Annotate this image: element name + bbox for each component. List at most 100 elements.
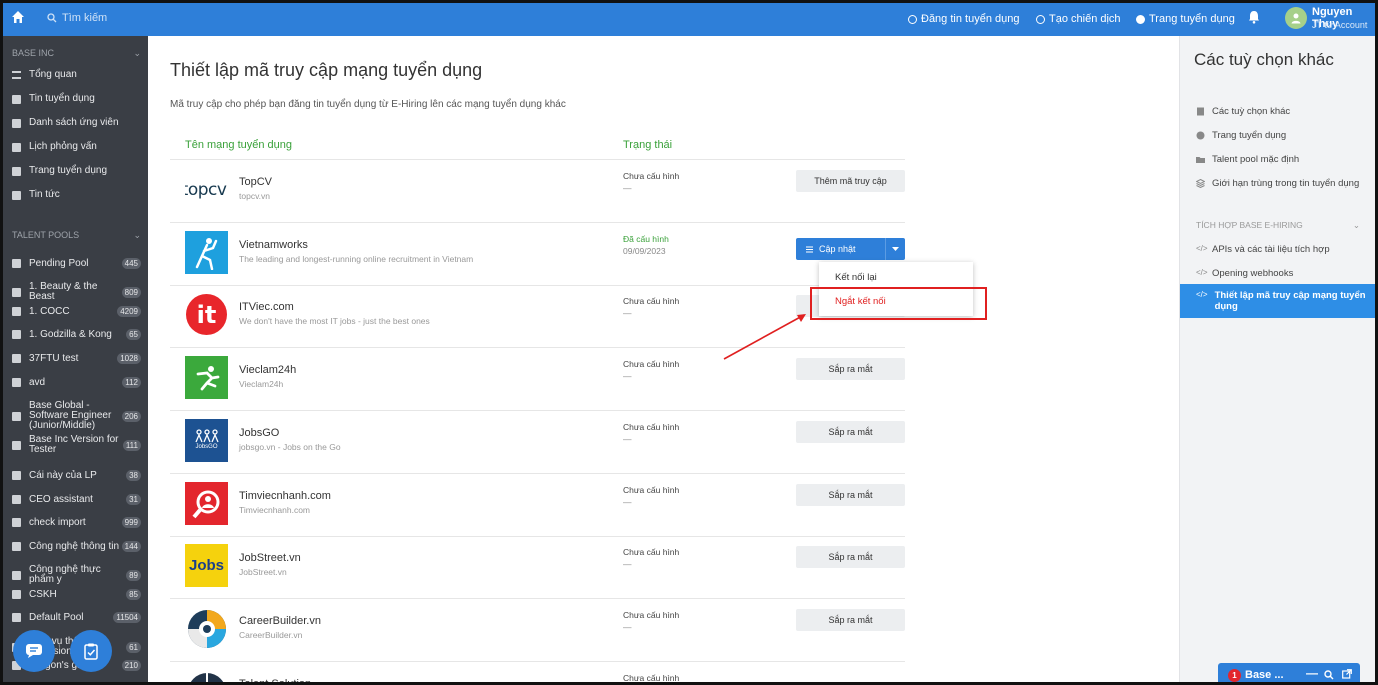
bell-icon[interactable]	[1248, 10, 1260, 24]
row-action-button[interactable]: Sắp ra mắt	[796, 484, 905, 506]
sidebar-item-label: Tin tức	[29, 189, 60, 200]
talent-pool-item[interactable]: 1. Godzilla & Kong 65	[12, 329, 141, 340]
jobsgo-logo: JobsGO	[185, 419, 228, 462]
external-link-icon[interactable]	[1342, 669, 1352, 679]
task-fab[interactable]	[70, 630, 112, 672]
pool-icon	[12, 471, 21, 480]
search-icon[interactable]	[1324, 670, 1334, 680]
post-job-link[interactable]: Đăng tin tuyển dụng	[908, 13, 1019, 25]
home-icon[interactable]	[11, 10, 25, 24]
talent-pool-item[interactable]: avd 112	[12, 377, 141, 388]
pool-icon	[12, 411, 21, 421]
talent-pool-item[interactable]: check import 999	[12, 517, 141, 528]
sidebar-section-base-inc[interactable]: BASE INC ⌄	[12, 48, 141, 59]
create-campaign-link[interactable]: Tạo chiến dịch	[1036, 13, 1121, 25]
pool-icon	[12, 440, 21, 450]
talent-pool-label: Cái này của LP	[29, 469, 97, 481]
magnifier-person-icon	[191, 490, 219, 518]
talent-pool-item[interactable]: Base Global - Software Engineer (Junior/…	[12, 401, 141, 431]
talent-pool-label: 37FTU test	[29, 352, 79, 364]
sidebar-item-interviews[interactable]: Lịch phỏng vấn	[12, 142, 141, 152]
globe-icon	[1196, 131, 1205, 140]
talent-pool-item[interactable]: Cái này của LP 38	[12, 470, 141, 481]
search-box[interactable]: Tìm kiếm	[47, 12, 107, 24]
talent-pool-item[interactable]: Base Inc Version for Tester 111	[12, 435, 141, 455]
option-career-page[interactable]: Trang tuyển dụng	[1196, 130, 1372, 141]
sidebar-item-candidates[interactable]: Danh sách ứng viên	[12, 118, 141, 128]
pool-icon	[12, 495, 21, 504]
annotation-arrow	[723, 314, 806, 360]
option-apis[interactable]: </> APIs và các tài liệu tích hợp	[1196, 244, 1372, 255]
jobsgo-logo-text: JobsGO	[195, 444, 218, 450]
vietnamworks-logo	[185, 231, 228, 274]
talent-pool-count: 65	[126, 329, 141, 340]
row-divider	[170, 285, 905, 286]
talent-solution-mark-icon	[190, 672, 223, 682]
talent-pool-count: 210	[121, 660, 141, 671]
option-webhooks[interactable]: </> Opening webhooks	[1196, 268, 1372, 279]
user-icon	[1291, 13, 1301, 24]
option-label: Talent pool mặc định	[1212, 154, 1300, 165]
talent-pool-item[interactable]: Pending Pool 445	[12, 258, 141, 269]
careerbuilder-logo	[185, 607, 228, 650]
talent-pool-label: avd	[29, 376, 46, 388]
topcv-logo: topcv·	[185, 168, 228, 211]
row-action-button[interactable]: Sắp ra mắt	[796, 421, 905, 443]
talent-pool-item[interactable]: Công nghệ thông tin 144	[12, 541, 141, 552]
itviec-logo-text: it	[186, 294, 227, 335]
talent-pool-count: 11504	[113, 612, 141, 623]
talent-pool-count: 85	[126, 589, 141, 600]
right-panel: Các tuỳ chọn khác Các tuỳ chọn khác Tran…	[1179, 36, 1375, 682]
sidebar-section-talent-pools[interactable]: TALENT POOLS ⌄	[12, 230, 141, 241]
network-subtitle: We don't have the most IT jobs - just th…	[239, 316, 430, 326]
update-split-button[interactable]: Cập nhật	[796, 238, 905, 260]
row-action-button[interactable]: Sắp ra mắt	[796, 546, 905, 568]
option-default-pool[interactable]: Talent pool mặc định	[1196, 154, 1372, 165]
talent-pool-count: 4209	[117, 306, 141, 317]
network-subtitle: JobStreet.vn	[239, 567, 287, 577]
talent-pool-label: Default Pool	[29, 611, 84, 623]
option-duplicate-limit[interactable]: Giới hạn trùng trong tin tuyển dụng	[1196, 178, 1372, 189]
code-icon: </>	[1196, 290, 1208, 299]
topcv-logo-text: topcv	[185, 179, 227, 200]
people-icon	[194, 429, 219, 443]
talent-pool-item[interactable]: CSKH 85	[12, 589, 141, 600]
talent-pool-count: 38	[126, 470, 141, 481]
status-date: 09/09/2023	[623, 246, 666, 256]
row-action-button[interactable]: Thêm mã truy cập	[796, 170, 905, 192]
talent-pool-item[interactable]: Default Pool 11504	[12, 612, 141, 623]
row-action-button[interactable]: Sắp ra mắt	[796, 609, 905, 631]
sidebar-item-career-page[interactable]: Trang tuyển dụng	[12, 166, 141, 176]
menu-item-reconnect[interactable]: Kết nối lại	[835, 272, 877, 283]
status-text: Chưa cấu hình	[623, 296, 680, 306]
option-label: Trang tuyển dụng	[1212, 130, 1287, 141]
chat-widget[interactable]: 1 Base ... —	[1218, 663, 1360, 682]
chat-icon	[26, 644, 42, 658]
dropdown-toggle[interactable]	[885, 238, 905, 260]
section-title: TÍCH HỢP BASE E-HIRING	[1196, 220, 1303, 230]
career-page-link[interactable]: Trang tuyển dụng	[1136, 13, 1235, 25]
talent-pool-item[interactable]: 37FTU test 1028	[12, 353, 141, 364]
talent-pool-item[interactable]: 1. Beauty & the Beast 809	[12, 282, 141, 302]
caret-down-icon	[892, 247, 899, 251]
integration-section-header[interactable]: TÍCH HỢP BASE E-HIRING ⌄	[1196, 220, 1360, 231]
sidebar-item-news[interactable]: Tin tức	[12, 190, 141, 200]
talent-pool-item[interactable]: CEO assistant 31	[12, 494, 141, 505]
network-name: Talent Solution	[239, 678, 312, 685]
talent-pool-label: check import	[29, 516, 86, 528]
update-button[interactable]: Cập nhật	[796, 244, 885, 254]
calendar-icon	[12, 142, 21, 152]
status-text: Chưa cấu hình	[623, 171, 680, 181]
sidebar: BASE INC ⌄ Tổng quan Tin tuyển dụng Danh…	[3, 36, 148, 682]
sidebar-item-jobs[interactable]: Tin tuyển dụng	[12, 94, 141, 104]
avatar[interactable]	[1285, 7, 1307, 29]
option-other[interactable]: Các tuỳ chọn khác	[1196, 106, 1372, 117]
minimize-icon[interactable]: —	[1306, 666, 1318, 680]
chat-fab[interactable]	[13, 630, 55, 672]
pool-icon	[12, 330, 21, 339]
talent-pool-item[interactable]: Công nghệ thực phẩm y 89	[12, 565, 141, 585]
network-subtitle: Timviecnhanh.com	[239, 505, 311, 515]
option-access-token-active[interactable]: </> Thiết lập mã truy cập mạng tuyển dụn…	[1180, 284, 1375, 318]
talent-pool-item[interactable]: 1. COCC 4209	[12, 306, 141, 317]
sidebar-item-overview[interactable]: Tổng quan	[12, 70, 141, 80]
